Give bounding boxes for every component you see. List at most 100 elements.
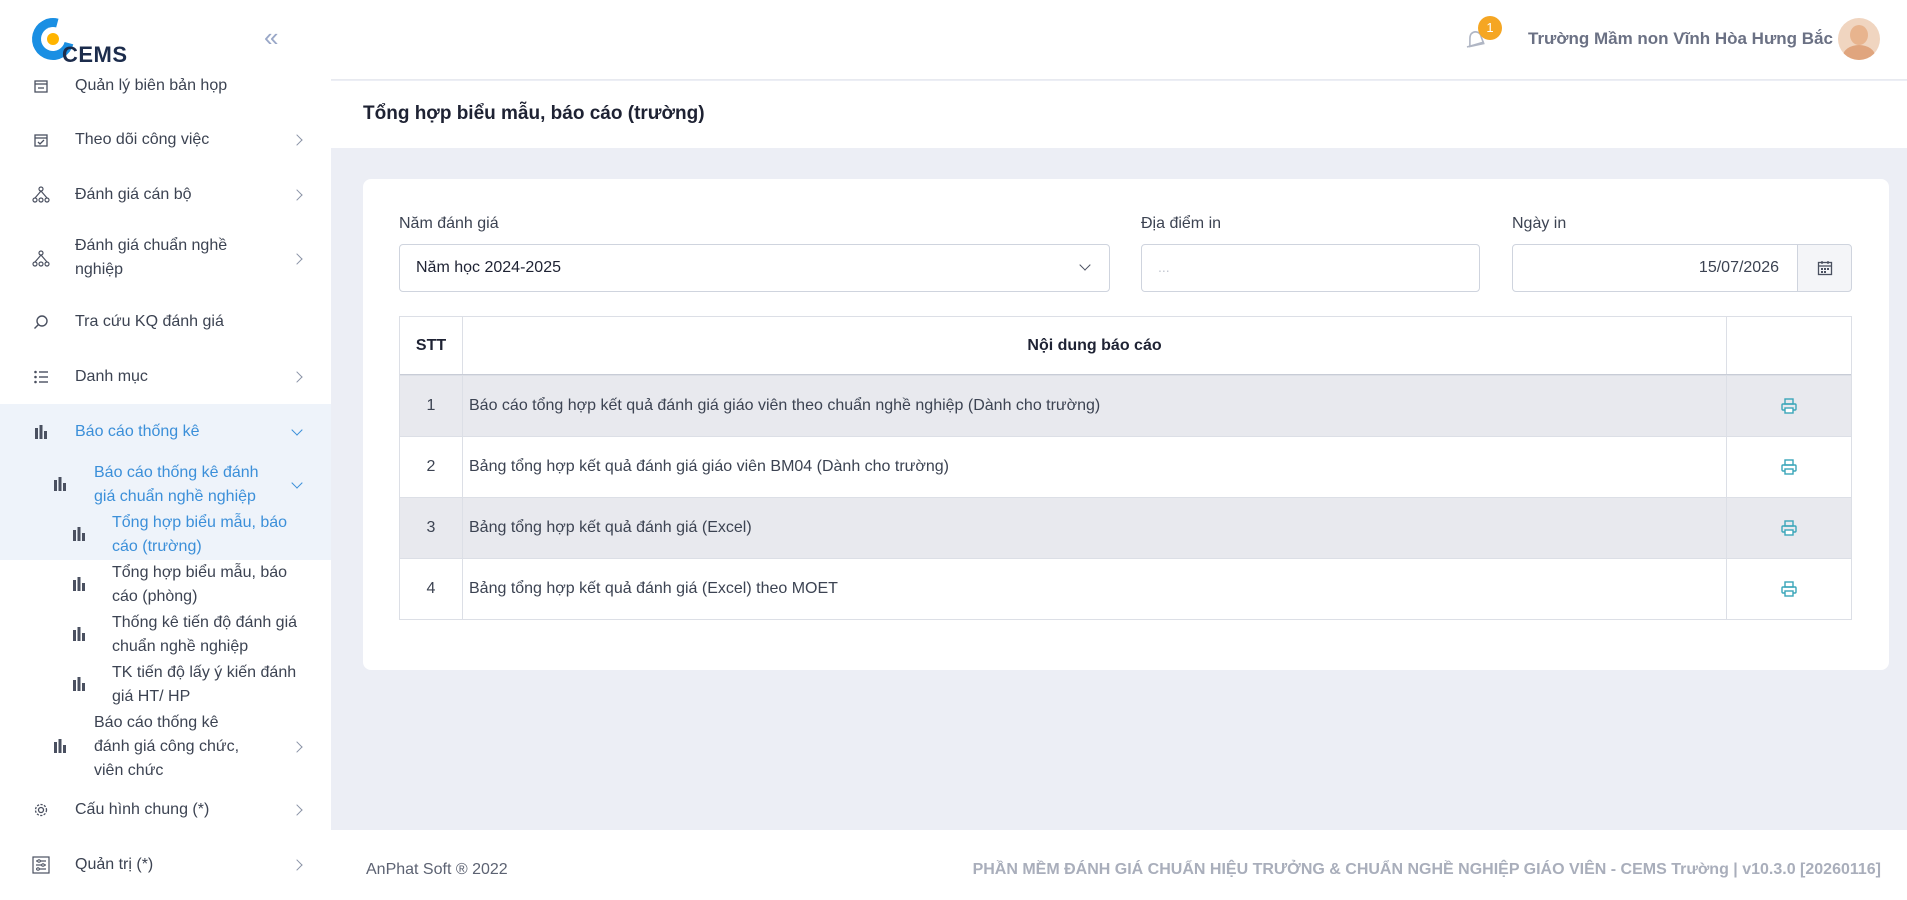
sidebar-item-label: Báo cáo thống kê — [75, 423, 200, 440]
chevron-right-icon — [291, 371, 303, 383]
sidebar-item-meetings[interactable]: Quản lý biên bản họp — [0, 74, 331, 98]
sidebar-item-professional-standards[interactable]: Đánh giá chuẩn nghề nghiệp — [0, 234, 331, 284]
column-header-content: Nội dung báo cáo — [463, 317, 1727, 374]
sidebar-item-label: Thống kê tiến độ đánh giá chuẩn nghề ngh… — [112, 614, 298, 655]
school-name[interactable]: Trường Mầm non Vĩnh Hòa Hưng Bắc — [1528, 29, 1833, 49]
sidebar-item-label: Báo cáo thống kê đánh giá công chức, viê… — [94, 714, 240, 779]
bar-chart-icon — [70, 675, 88, 693]
avatar-head — [1850, 25, 1868, 45]
chevron-right-icon — [291, 134, 303, 146]
sidebar-item-label: Theo dõi công việc — [75, 131, 210, 148]
sidebar-item-label: Đánh giá chuẩn nghề nghiệp — [75, 237, 228, 278]
chevron-right-icon — [291, 859, 303, 871]
sidebar-item-evaluation-progress[interactable]: Thống kê tiến độ đánh giá chuẩn nghề ngh… — [0, 611, 331, 661]
sliders-icon — [32, 856, 50, 874]
task-check-icon — [32, 131, 50, 149]
row-content: Bảng tổng hợp kết quả đánh giá (Excel) t… — [463, 559, 1727, 619]
bar-chart-icon — [70, 625, 88, 643]
column-header-actions — [1727, 317, 1851, 374]
sidebar-item-staff-evaluation[interactable]: Đánh giá cán bộ — [0, 183, 331, 207]
sidebar-item-school-report-summary[interactable]: Tổng hợp biểu mẫu, báo cáo (trường) — [0, 511, 331, 561]
meeting-icon — [32, 77, 50, 95]
table-row: 1 Báo cáo tổng hợp kết quả đánh giá giáo… — [400, 375, 1851, 436]
chevron-right-icon — [291, 253, 303, 265]
sidebar-item-civil-servants-reports[interactable]: Báo cáo thống kê đánh giá công chức, viê… — [0, 711, 331, 785]
sidebar-item-lookup-results[interactable]: Tra cứu KQ đánh giá — [0, 310, 331, 334]
table-row: 3 Bảng tổng hợp kết quả đánh giá (Excel) — [400, 497, 1851, 558]
date-label: Ngày in — [1512, 215, 1567, 232]
row-content: Báo cáo tổng hợp kết quả đánh giá giáo v… — [463, 376, 1727, 436]
sidebar-item-professional-standards-reports[interactable]: Báo cáo thống kê đánh giá chuẩn nghề ngh… — [0, 461, 331, 511]
footer-copyright: AnPhat Soft ® 2022 — [366, 861, 508, 878]
sidebar-item-label: Danh mục — [75, 368, 148, 385]
sidebar-item-label: Báo cáo thống kê đánh giá chuẩn nghề ngh… — [94, 464, 259, 505]
sidebar-item-statistics-reports[interactable]: Báo cáo thống kê — [0, 420, 331, 444]
search-icon — [32, 313, 50, 331]
calendar-button[interactable] — [1797, 244, 1852, 292]
sidebar-item-task-tracking[interactable]: Theo dõi công việc — [0, 128, 331, 152]
column-header-stt: STT — [400, 317, 463, 374]
calendar-icon — [1817, 261, 1832, 276]
location-label: Địa điểm in — [1141, 215, 1222, 232]
sidebar-item-label: Tổng hợp biểu mẫu, báo cáo (phòng) — [112, 564, 288, 605]
chevron-down-icon — [1079, 259, 1091, 271]
table-row: 4 Bảng tổng hợp kết quả đánh giá (Excel)… — [400, 558, 1851, 619]
report-card: Năm đánh giá Năm học 2024-2025 Địa điểm … — [363, 179, 1889, 670]
print-cell — [1727, 376, 1851, 436]
gear-icon — [32, 801, 50, 819]
logo: CEMS — [24, 10, 132, 68]
chevron-right-icon — [291, 804, 303, 816]
sidebar-item-administration[interactable]: Quản trị (*) — [0, 853, 331, 877]
date-input[interactable]: 15/07/2026 — [1512, 244, 1798, 292]
table-row: 2 Bảng tổng hợp kết quả đánh giá giáo vi… — [400, 436, 1851, 497]
sidebar: CEMS « Quản lý biên bản họp Theo dõi côn… — [0, 0, 331, 900]
collapse-sidebar-button[interactable]: « — [264, 24, 290, 52]
row-stt: 3 — [400, 498, 463, 558]
row-content: Bảng tổng hợp kết quả đánh giá giáo viên… — [463, 437, 1727, 497]
table-header-row: STT Nội dung báo cáo — [400, 317, 1851, 375]
page-title: Tổng hợp biểu mẫu, báo cáo (trường) — [363, 103, 705, 124]
location-input[interactable]: ... — [1141, 244, 1480, 292]
sidebar-item-label: Quản lý biên bản họp — [75, 77, 228, 94]
bar-chart-icon — [51, 475, 69, 493]
sidebar-item-label: Quản trị (*) — [75, 856, 154, 873]
avatar[interactable] — [1838, 18, 1880, 60]
footer-version: PHẦN MỀM ĐÁNH GIÁ CHUẨN HIỆU TRƯỞNG & CH… — [972, 861, 1881, 878]
print-icon[interactable] — [1780, 397, 1798, 415]
bar-chart-icon — [51, 737, 69, 755]
chevron-down-icon — [291, 477, 303, 489]
sidebar-item-label: TK tiến độ lấy ý kiến đánh giá HT/ HP — [112, 664, 297, 705]
print-icon[interactable] — [1780, 458, 1798, 476]
sidebar-item-catalog[interactable]: Danh mục — [0, 365, 331, 389]
sidebar-item-district-report-summary[interactable]: Tổng hợp biểu mẫu, báo cáo (phòng) — [0, 561, 331, 611]
sidebar-item-label: Đánh giá cán bộ — [75, 186, 192, 203]
print-cell — [1727, 498, 1851, 558]
print-icon[interactable] — [1780, 519, 1798, 537]
sidebar-item-label: Tra cứu KQ đánh giá — [75, 313, 224, 330]
logo-text: CEMS — [62, 42, 128, 67]
year-select[interactable]: Năm học 2024-2025 — [399, 244, 1110, 292]
sidebar-item-label: Tổng hợp biểu mẫu, báo cáo (trường) — [112, 514, 288, 555]
bar-chart-icon — [70, 525, 88, 543]
reports-table: STT Nội dung báo cáo 1 Báo cáo tổng hợp … — [399, 316, 1852, 620]
sidebar-item-label: Cấu hình chung (*) — [75, 801, 210, 818]
row-stt: 1 — [400, 376, 463, 436]
year-select-value: Năm học 2024-2025 — [416, 259, 561, 276]
bar-chart-icon — [32, 423, 50, 441]
sidebar-item-general-config[interactable]: Cấu hình chung (*) — [0, 798, 331, 822]
print-cell — [1727, 437, 1851, 497]
row-stt: 2 — [400, 437, 463, 497]
list-icon — [32, 368, 50, 386]
row-content: Bảng tổng hợp kết quả đánh giá (Excel) — [463, 498, 1727, 558]
chevron-right-icon — [291, 189, 303, 201]
print-icon[interactable] — [1780, 580, 1798, 598]
chevron-right-icon — [291, 741, 303, 753]
sidebar-item-feedback-progress[interactable]: TK tiến độ lấy ý kiến đánh giá HT/ HP — [0, 661, 331, 711]
avatar-body — [1843, 45, 1875, 60]
logo-dot — [47, 33, 59, 45]
chevron-down-icon — [291, 424, 303, 436]
notification-badge: 1 — [1478, 16, 1502, 40]
print-cell — [1727, 559, 1851, 619]
org-chart-icon — [32, 186, 50, 204]
year-label: Năm đánh giá — [399, 215, 499, 232]
